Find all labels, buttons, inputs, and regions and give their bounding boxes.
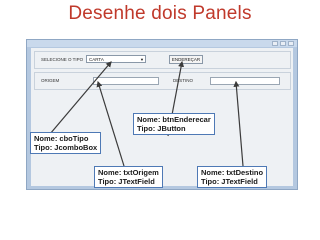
annotation-button-type: Tipo: JButton xyxy=(137,124,186,133)
arrow-to-combo xyxy=(49,61,112,135)
annotation-origem-type: Tipo: JTextField xyxy=(98,177,155,186)
annotation-origem: Nome: txtOrigem Tipo: JTextField xyxy=(94,166,163,188)
annotation-origem-name: Nome: txtOrigem xyxy=(98,168,159,177)
annotation-destino-type: Tipo: JTextField xyxy=(201,177,258,186)
annotation-combo-name: Nome: cboTipo xyxy=(34,134,89,143)
annotation-destino-name: Nome: txtDestino xyxy=(201,168,264,177)
arrow-to-origem xyxy=(96,80,125,167)
annotation-button: Nome: btnEnderecar Tipo: JButton xyxy=(133,113,215,135)
arrow-to-destino xyxy=(233,80,244,167)
annotation-button-name: Nome: btnEnderecar xyxy=(137,115,211,124)
annotation-combo-type: Tipo: JcomboBox xyxy=(34,143,98,152)
annotation-destino: Nome: txtDestino Tipo: JTextField xyxy=(197,166,268,188)
annotation-combo: Nome: cboTipo Tipo: JcomboBox xyxy=(30,132,102,154)
